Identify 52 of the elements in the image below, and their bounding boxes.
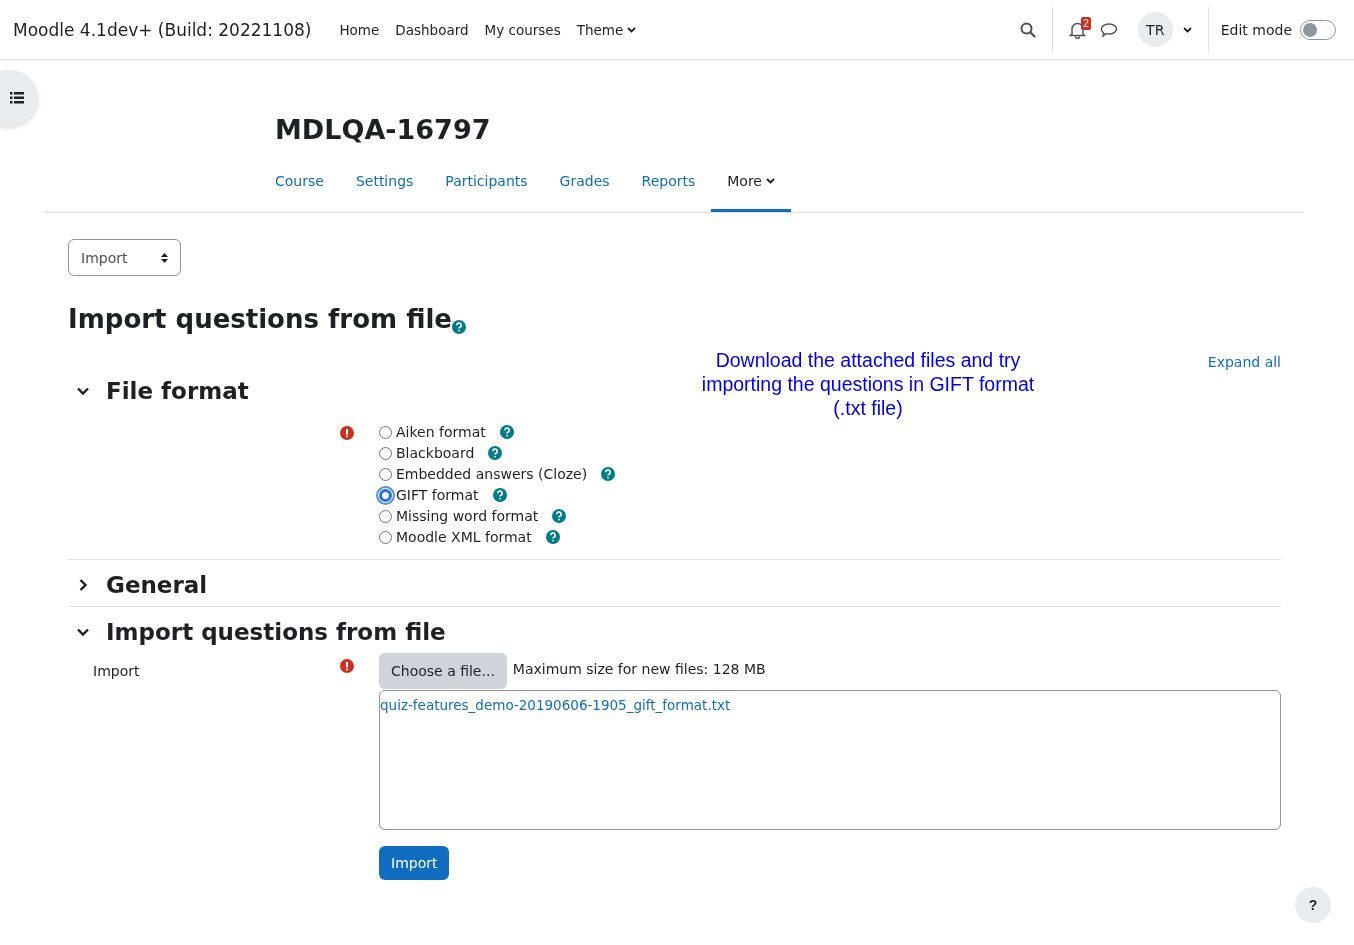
search-icon bbox=[1019, 21, 1036, 38]
course-tab[interactable]: Grades bbox=[543, 165, 626, 212]
radio-label[interactable]: Embedded answers (Cloze) bbox=[396, 466, 588, 482]
required-icon bbox=[340, 426, 354, 440]
course-tab[interactable]: Course bbox=[275, 165, 340, 212]
notification-count: 2 bbox=[1081, 16, 1091, 30]
course-tab[interactable]: Settings bbox=[339, 165, 430, 212]
radio-label[interactable]: Moodle XML format bbox=[396, 529, 532, 545]
help-button[interactable]: ? bbox=[1295, 887, 1331, 923]
sort-caret-icon bbox=[161, 252, 168, 263]
help-icon[interactable] bbox=[601, 467, 616, 481]
notifications-button[interactable]: 2 bbox=[1064, 16, 1090, 43]
help-icon[interactable] bbox=[545, 530, 560, 544]
radio-label[interactable]: Aiken format bbox=[396, 424, 486, 440]
section-title[interactable]: Import questions from file bbox=[106, 619, 446, 645]
caret-icon bbox=[1182, 26, 1192, 33]
annotation-text: Download the attached files and try importing the questions in GIFT format (.txt file) bbox=[700, 348, 1036, 420]
radio-label[interactable]: GIFT format bbox=[396, 487, 479, 503]
choose-file-button[interactable]: Choose a file... bbox=[379, 653, 507, 689]
radio-button[interactable] bbox=[379, 488, 392, 502]
list-icon bbox=[10, 92, 24, 104]
file-drop-area[interactable]: quiz-features_demo-20190606-1905_gift_format.txt bbox=[379, 690, 1281, 830]
help-icon[interactable] bbox=[492, 488, 507, 502]
course-tab[interactable]: More bbox=[711, 165, 791, 212]
edit-mode-label: Edit mode bbox=[1220, 21, 1292, 38]
nav-link[interactable]: Home bbox=[339, 21, 380, 38]
help-icon[interactable] bbox=[488, 446, 503, 460]
speech-bubble-icon bbox=[1099, 21, 1118, 38]
course-title: MDLQA-16797 bbox=[275, 114, 492, 145]
import-button[interactable]: Import bbox=[379, 846, 450, 880]
help-icon[interactable] bbox=[552, 509, 567, 523]
nav-link[interactable]: My courses bbox=[484, 21, 561, 38]
user-avatar[interactable]: TR bbox=[1137, 12, 1173, 47]
nav-link[interactable]: Theme bbox=[576, 21, 637, 38]
radio-label[interactable]: Missing word format bbox=[396, 508, 539, 524]
section-title[interactable]: General bbox=[106, 572, 208, 598]
course-tab[interactable]: Reports bbox=[625, 165, 712, 212]
required-icon bbox=[340, 659, 354, 673]
expand-all-link[interactable]: Expand all bbox=[1207, 354, 1281, 370]
field-label: Import bbox=[92, 662, 141, 679]
help-icon[interactable] bbox=[452, 320, 466, 334]
edit-mode-switch[interactable] bbox=[1300, 19, 1336, 40]
action-select[interactable]: Import bbox=[68, 239, 181, 276]
course-tab[interactable]: Participants bbox=[429, 165, 544, 212]
page-heading: Import questions from file bbox=[68, 304, 452, 334]
radio-label[interactable]: Blackboard bbox=[396, 445, 475, 461]
site-name[interactable]: Moodle 4.1dev+ (Build: 20221108) bbox=[13, 19, 312, 40]
help-icon[interactable] bbox=[499, 425, 514, 439]
file-link[interactable]: quiz-features_demo-20190606-1905_gift_format.txt bbox=[380, 697, 731, 713]
section-title[interactable]: File format bbox=[106, 378, 249, 404]
max-size-text: Maximum size for new files: 128 MB bbox=[512, 660, 766, 677]
nav-link[interactable]: Dashboard bbox=[395, 21, 469, 38]
